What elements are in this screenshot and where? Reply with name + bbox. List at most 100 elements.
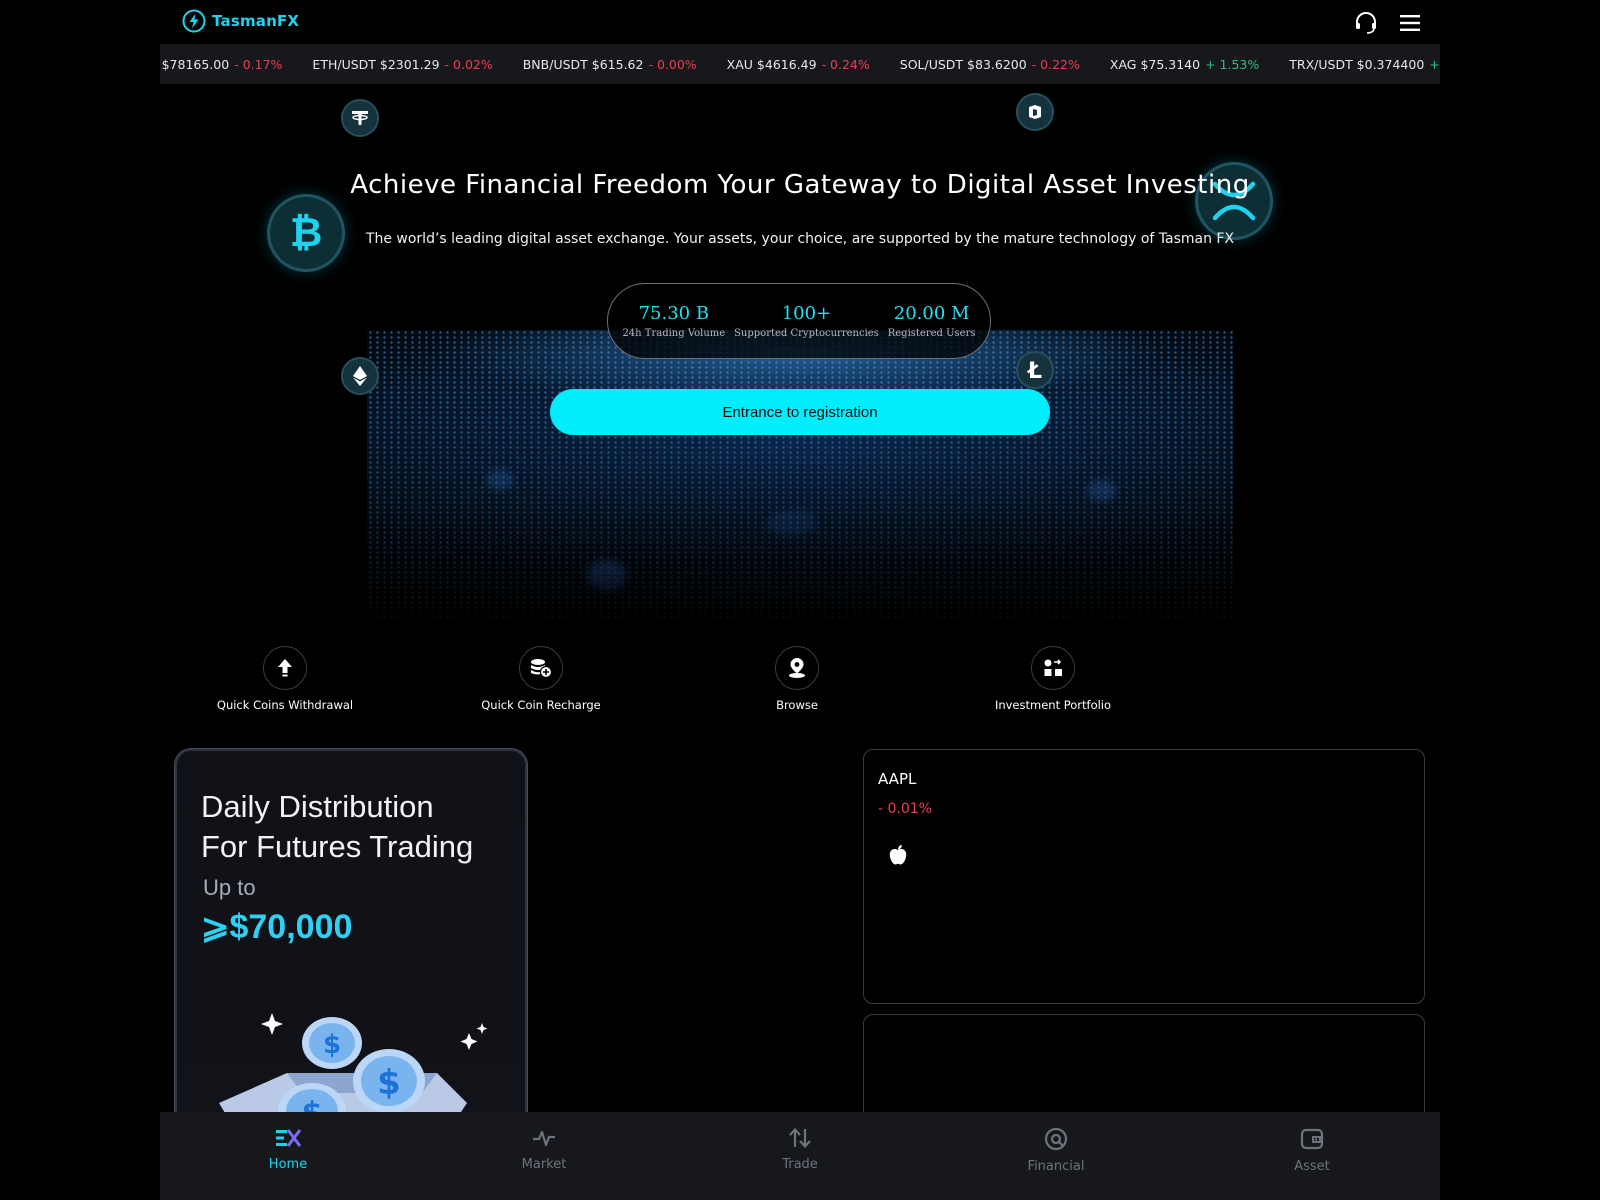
ticker-symbol: ETH/USDT $2301.29 [312,56,440,72]
app-root: TasmanFX T $78165.00 - 0.17% ETH/USDT $2… [160,0,1440,1200]
stat-registered-users: 20.00 M Registered Users [888,303,976,339]
ticker-symbol: TRX/USDT $0.374400 [1289,56,1425,72]
brand-logo[interactable]: TasmanFX [182,9,299,33]
quick-action-label: Investment Portfolio [994,698,1112,712]
home-ex-icon [276,1129,302,1147]
hero-particle-background [367,330,1233,620]
ticker-item[interactable]: TRX/USDT $0.374400 + 0.75% [1289,57,1440,72]
promo-line-2: For Futures Trading [201,829,474,864]
svg-text:$: $ [323,1030,341,1060]
dollar-coin-1: $ [302,1017,362,1069]
particle-fade [367,330,1233,620]
ticker-change: - 0.02% [444,56,493,72]
stock-symbol: AAPL [878,770,917,788]
quick-action-icon-wrap [263,646,307,690]
quick-action-label: Quick Coins Withdrawal [216,698,354,712]
nav-label: Market [521,1157,567,1172]
promo-line-1: Daily Distribution [201,789,434,824]
coin-stack-plus-icon [531,659,553,679]
stat-label: Registered Users [887,328,976,339]
quick-action-label: Quick Coin Recharge [481,698,601,712]
stat-value: 75.30 B [638,303,710,324]
ticker-item[interactable]: XAG $75.3140 + 1.53% [1110,57,1259,72]
nav-label: Home [268,1157,308,1172]
quick-action-browse[interactable]: Browse [707,646,887,712]
bolt-logo-icon [182,9,206,33]
neo-icon [1029,105,1041,119]
litecoin-icon: Ł [1027,359,1042,381]
ticker-symbol: XAG $75.3140 [1109,56,1201,72]
swap-arrows-icon [789,1127,811,1149]
apple-icon [889,845,907,865]
ticker-change: - 0.00% [648,56,697,72]
svg-text:Ł: Ł [1027,359,1042,381]
ticker-change: + 1.53% [1205,56,1260,72]
ticker-track: T $78165.00 - 0.17% ETH/USDT $2301.29 - … [160,44,1440,84]
ticker-change: + 0.75% [1429,56,1440,72]
register-button[interactable]: Entrance to registration [550,389,1050,435]
futures-promo-banner[interactable]: Daily Distribution For Futures Trading U… [175,749,527,1133]
ticker-item[interactable]: SOL/USDT $83.6200 - 0.22% [900,57,1080,72]
stock-change: - 0.01% [878,801,932,817]
svg-text:$: $ [377,1063,401,1103]
financial-icon [1044,1127,1068,1151]
stat-trading-volume: 75.30 B 24h Trading Volume [622,303,725,339]
quick-action-label: Browse [776,698,818,712]
ticker-symbol: T $78165.00 [160,56,230,72]
quick-action-withdrawal[interactable]: Quick Coins Withdrawal [195,646,375,712]
hero-subtitle: The world’s leading digital asset exchan… [365,231,1235,247]
ticker-item[interactable]: T $78165.00 - 0.17% [160,57,282,72]
stat-label: Supported Cryptocurrencies [734,328,879,339]
ticker-item[interactable]: BNB/USDT $615.62 - 0.00% [523,57,697,72]
quick-action-icon-wrap [775,646,819,690]
stats-pill: 75.30 B 24h Trading Volume 100+ Supporte… [607,283,991,359]
ticker-symbol: BNB/USDT $615.62 [522,56,644,72]
stat-value: 100+ [781,303,832,324]
tether-icon [352,111,368,125]
bottom-navigation: Home Market Trade Financial Asset [160,1112,1440,1200]
ticker-item[interactable]: XAU $4616.49 - 0.24% [727,57,870,72]
quick-action-portfolio[interactable]: Investment Portfolio [963,646,1143,712]
upload-arrow-icon [278,659,292,677]
stat-label: 24h Trading Volume [622,328,726,339]
stock-card-aapl[interactable]: AAPL - 0.01% [863,749,1425,1004]
ticker-change: - 0.22% [1031,56,1080,72]
dollar-coin-2: $ [353,1049,425,1113]
nav-label: Asset [1294,1159,1330,1174]
quick-action-recharge[interactable]: Quick Coin Recharge [451,646,631,712]
nav-home[interactable]: Home [160,1112,416,1200]
brand-name: TasmanFX [212,12,300,30]
ticker-symbol: XAU $4616.49 [726,56,817,72]
ticker-symbol: SOL/USDT $83.6200 [899,56,1027,72]
ticker-item[interactable]: ETH/USDT $2301.29 - 0.02% [312,57,492,72]
location-pin-icon [789,658,805,678]
stat-supported-cryptos: 100+ Supported Cryptocurrencies [734,303,879,339]
nav-market[interactable]: Market [416,1112,672,1200]
promo-amount: ⩾$70,000 [201,908,353,946]
price-ticker: T $78165.00 - 0.17% ETH/USDT $2301.29 - … [160,44,1440,84]
promo-up-to: Up to [203,875,256,900]
tether-coin [341,99,379,137]
nav-label: Trade [782,1157,818,1172]
promo-headline: Daily Distribution For Futures Trading [201,787,473,867]
hamburger-menu-icon[interactable] [1397,10,1423,36]
nav-financial[interactable]: Financial [928,1112,1184,1200]
ethereum-icon [353,366,367,386]
neo-coin [1016,93,1054,131]
litecoin-coin: Ł [1016,351,1054,389]
wallet-icon [1300,1128,1324,1150]
pulse-icon [533,1130,555,1147]
headset-support-icon[interactable] [1353,10,1379,36]
top-header: TasmanFX [160,0,1440,44]
portfolio-icon [1044,659,1062,676]
quick-action-icon-wrap [1031,646,1075,690]
quick-action-icon-wrap [519,646,563,690]
hero-title: Achieve Financial Freedom Your Gateway t… [350,170,1250,200]
nav-asset[interactable]: Asset [1184,1112,1440,1200]
ticker-change: - 0.24% [821,56,870,72]
ticker-change: - 0.17% [234,56,283,72]
ethereum-coin [341,357,379,395]
nav-label: Financial [1027,1159,1085,1174]
stat-value: 20.00 M [893,303,970,324]
nav-trade[interactable]: Trade [672,1112,928,1200]
